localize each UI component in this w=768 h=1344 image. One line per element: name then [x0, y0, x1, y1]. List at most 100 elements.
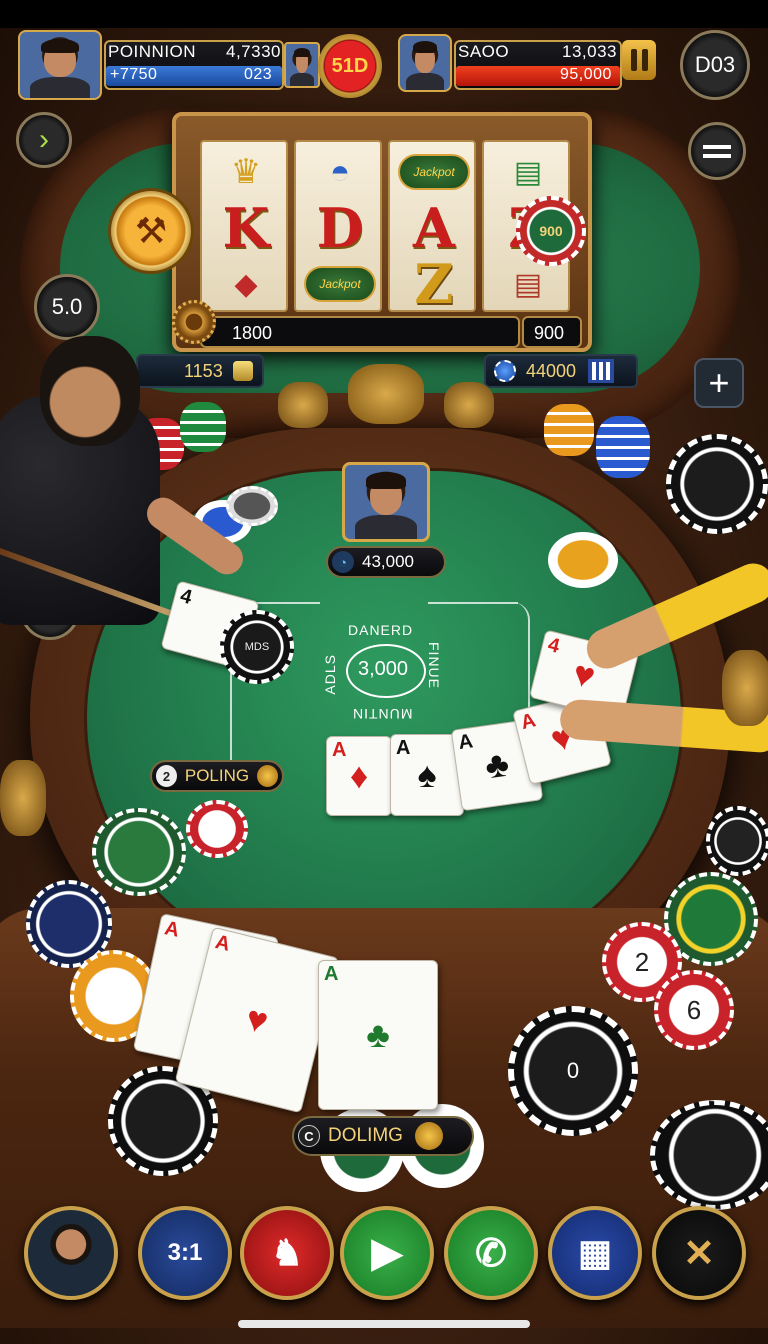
card-rank: A [518, 709, 538, 735]
left-player-bar-value: +7750 [110, 66, 158, 83]
chevron-right-icon[interactable]: › [16, 112, 72, 168]
bet-multiplier-label: 5.0 [51, 294, 83, 319]
cards-icon[interactable]: ▦ [548, 1206, 642, 1300]
slot-jackpot-badge: Jackpot [398, 154, 470, 190]
play-icon[interactable]: ▶ [340, 1206, 434, 1300]
slot-letter: Z [414, 252, 454, 316]
left-balance-pill: 1153 [136, 354, 264, 388]
chip-number: 2 [634, 946, 650, 977]
card-rank: A [162, 917, 182, 942]
top-hud: POINNION 4,7330 +7750 023 51D SAOO 13,03… [0, 28, 768, 108]
slot-letter: D [316, 196, 364, 260]
left-player-avatar[interactable] [18, 30, 102, 100]
slot-reel-chip: 900 [516, 196, 586, 266]
home-indicator [238, 1320, 530, 1328]
red-chip-stack: 6 [654, 970, 734, 1050]
chip-number: 0 [566, 1058, 580, 1083]
bet-multiplier-button[interactable]: 5.0 [34, 274, 100, 340]
dealer-pot-value: 43,000 [362, 552, 414, 571]
slot-letter: A [413, 196, 455, 260]
right-balance-value: 44000 [526, 360, 577, 381]
bet-chip-label: MDS [244, 641, 270, 653]
doling-prefix-badge: C [298, 1125, 320, 1147]
player-hand-card[interactable]: A ♣ [318, 960, 438, 1110]
poling-prefix-badge: 2 [156, 765, 177, 787]
card-rank: A [457, 730, 475, 755]
alert-bell-icon[interactable]: ♞ [240, 1206, 334, 1300]
brass-post-ornament [278, 382, 328, 428]
chip-number: 6 [686, 994, 702, 1025]
menu-icon[interactable] [688, 122, 746, 180]
brass-post-ornament [722, 650, 768, 726]
playing-card[interactable]: A ♦ [326, 736, 392, 816]
scroll-icon: ▤ [513, 155, 543, 189]
doling-label[interactable]: C DOLIMG [292, 1116, 474, 1156]
coin-stack-icon [232, 361, 253, 381]
jewel-icon: ◆ [234, 267, 258, 301]
chip-stack [596, 416, 650, 478]
left-player-bar-value-right: 023 [244, 66, 273, 83]
card-rank: A [332, 739, 347, 761]
center-text-left: ADLS [322, 654, 338, 695]
left-player-score: 4,7330 [226, 42, 281, 61]
left-player-head [40, 336, 140, 446]
dealer-pot-display: ◔ 43,000 [326, 546, 446, 578]
chip-icon [494, 360, 516, 382]
doling-label-text: DOLIMG [328, 1125, 403, 1146]
brass-post-ornament [0, 760, 46, 836]
round-indicator-label: D03 [694, 52, 736, 77]
poling-label-text: POLING [184, 766, 250, 785]
slot-reel: ♛ K ◆ [200, 140, 288, 312]
left-player-mini-avatar [284, 42, 320, 88]
coin-icon [257, 765, 278, 787]
pot-icon: ◔ [332, 551, 354, 573]
right-player-name: SAOO [458, 42, 510, 61]
chip-stack [180, 402, 226, 452]
slot-reel-chip-value: 900 [539, 223, 563, 239]
gavel-icon[interactable]: ⚒ [108, 188, 194, 274]
black-chip [666, 434, 768, 534]
chip [226, 486, 278, 526]
center-text-bottom: MUNTIN [352, 706, 413, 722]
odds-label: 3:1 [167, 1239, 203, 1266]
pause-button[interactable] [622, 40, 656, 80]
player-avatar-icon[interactable] [24, 1206, 118, 1300]
diamond-icon: ♦ [349, 755, 369, 796]
center-red-coin[interactable]: 51D [318, 34, 382, 98]
chip-stack [544, 404, 594, 456]
center-value: 3,000 [358, 658, 409, 680]
black-chip [706, 806, 768, 876]
card-rank: 4 [177, 584, 195, 609]
odds-button[interactable]: 3:1 [138, 1206, 232, 1300]
round-indicator-button[interactable]: D03 [680, 30, 750, 100]
helmet-icon: ◓ [329, 152, 351, 191]
plus-icon[interactable]: + [694, 358, 744, 408]
center-bet-zone[interactable]: DANERD FINUE ADLS MUNTIN 3,000 [318, 618, 454, 724]
club-icon: ♣ [366, 1014, 390, 1055]
center-coin-label: 51D [331, 54, 369, 77]
green-chip [92, 808, 186, 896]
slot-reel: Jackpot A Z [388, 140, 476, 316]
tools-icon[interactable]: ✕ [652, 1206, 746, 1300]
bet-display: 1800 [200, 316, 520, 348]
left-balance-value: 1153 [184, 360, 223, 381]
dealer-avatar[interactable] [342, 462, 430, 542]
stack-bars-icon [588, 359, 615, 383]
chip [548, 532, 618, 588]
gear-icon[interactable] [172, 300, 216, 344]
center-text-right: FINUE [426, 642, 442, 689]
club-icon: ♣ [482, 742, 512, 787]
bet-chip[interactable]: MDS [220, 610, 294, 684]
slot-jackpot-badge: Jackpot [304, 266, 376, 302]
brass-bell-ornament [348, 364, 424, 424]
poling-label[interactable]: 2 POLING [150, 760, 284, 792]
right-player-avatar[interactable] [398, 34, 452, 92]
bet-display-right: 900 [522, 316, 582, 348]
slot-reel: ◓ D Jackpot [294, 140, 382, 312]
right-player-bar-value: 95,000 [560, 66, 612, 83]
coin-icon [414, 1122, 443, 1150]
left-player-name: POINNION [108, 42, 197, 61]
right-player-score: 13,033 [562, 42, 617, 61]
scroll-icon: ▤ [513, 267, 543, 301]
phone-icon[interactable]: ✆ [444, 1206, 538, 1300]
